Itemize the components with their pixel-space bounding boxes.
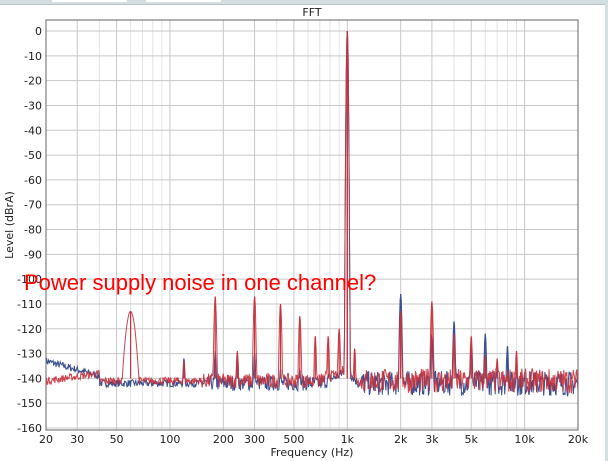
x-tick-label: 1k — [341, 433, 355, 446]
x-tick-label: 20k — [568, 433, 589, 446]
y-tick-label: -40 — [24, 124, 42, 137]
x-tick-label: 2k — [394, 433, 408, 446]
series-line-a — [45, 32, 579, 397]
y-tick-label: -70 — [24, 199, 42, 212]
fft-chart: FFT 20 30 50 100 200 300 500 1k 2k 3k 5k 10k 20k 0-1… — [3, 6, 589, 459]
y-tick-label: -20 — [24, 75, 42, 88]
y-tick-label: -150 — [17, 397, 42, 410]
y-tick-label: -10 — [24, 50, 42, 63]
y-tick-label: -120 — [17, 323, 42, 336]
series-group — [45, 31, 579, 397]
annotation: Power supply noise in one channel? — [24, 270, 377, 295]
y-tick-label: -80 — [24, 224, 42, 237]
x-tick-label: 30 — [70, 433, 84, 446]
x-tick-label: 500 — [283, 433, 304, 446]
y-tick-label: -60 — [24, 174, 42, 187]
x-tick-label: 300 — [244, 433, 265, 446]
x-tick-label: 10k — [514, 433, 535, 446]
y-axis-label: Level (dBrA) — [3, 191, 16, 259]
y-tick-label: -160 — [17, 422, 42, 435]
y-tick-label: -110 — [17, 298, 42, 311]
series-line-b — [45, 32, 579, 394]
chart-title: FFT — [302, 6, 321, 19]
x-tick-label: 3k — [425, 433, 439, 446]
y-ticks: 0-10-20-30-40-50-60-70-80-90-100-110-120… — [17, 25, 42, 435]
y-tick-label: -130 — [17, 348, 42, 361]
y-tick-label: -50 — [24, 149, 42, 162]
y-tick-label: 0 — [35, 25, 42, 38]
x-ticks: 20 30 50 100 200 300 500 1k 2k 3k 5k 10k 20k — [39, 433, 589, 446]
y-tick-label: -90 — [24, 248, 42, 261]
x-tick-label: 100 — [159, 433, 180, 446]
x-tick-label: 5k — [465, 433, 479, 446]
y-tick-label: -30 — [24, 99, 42, 112]
x-tick-label: 50 — [110, 433, 124, 446]
x-tick-label: 200 — [213, 433, 234, 446]
x-axis-label: Frequency (Hz) — [271, 446, 354, 459]
y-tick-label: -140 — [17, 372, 42, 385]
